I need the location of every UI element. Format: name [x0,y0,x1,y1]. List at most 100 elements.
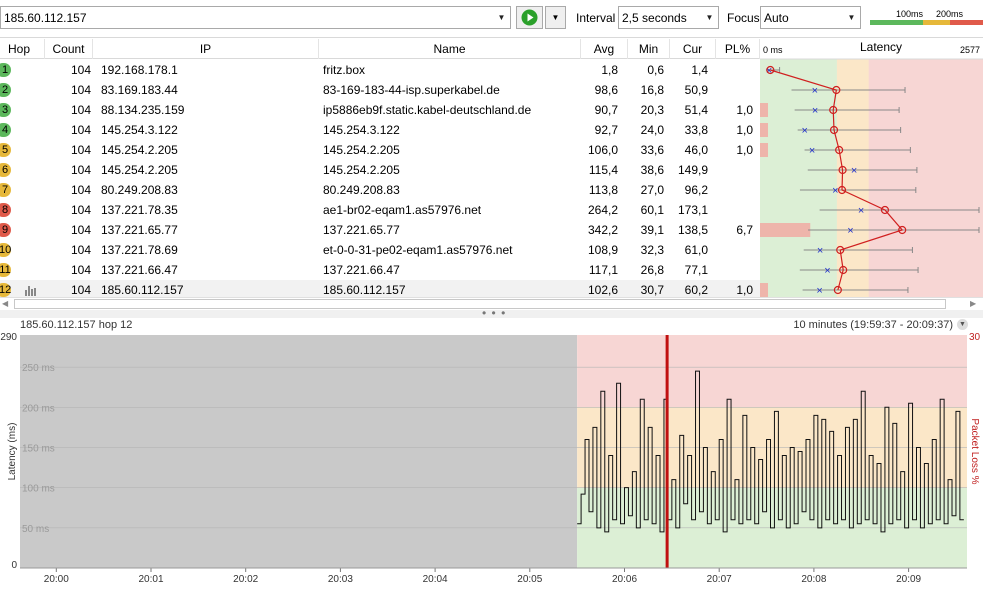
avg-cell: 1,8 [601,63,618,77]
interval-select[interactable]: 2,5 seconds ▼ [618,6,719,29]
x-tick-label: 20:03 [328,574,353,585]
hop-cell: 2 [0,80,45,100]
hop-status-icon: 12 [0,283,11,297]
pl-cell [716,260,753,280]
x-tick-label: 20:02 [233,574,258,585]
toolbar: 185.60.112.157 ▼ ▼ Interval 2,5 seconds … [0,0,983,38]
hop-cell: 10 [0,240,45,260]
min-cell: 38,6 [640,163,664,177]
grid-label: 50 ms [22,524,49,535]
packet-loss-bar [760,103,768,117]
count-cell: 104 [70,183,91,197]
y-axis-zero-label: 0 [11,560,17,571]
cur-latency-marker: × [801,125,807,137]
column-header-min[interactable]: Min [628,39,670,59]
hop-cell: 4 [0,120,45,140]
legend-100-label: 100ms [896,9,924,19]
start-options-button[interactable]: ▼ [545,6,566,29]
legend-good-bar [870,20,923,25]
latency-time-chart: 250 ms 200 ms 150 ms 100 ms 50 ms 290 0 30 Laten… [0,332,981,585]
table-row[interactable]: 1 104 192.168.178.1 fritz.box 1,8 0,6 1,4 [0,60,760,80]
graph-header: 185.60.112.157 hop 12 10 minutes (19:59:… [0,318,983,332]
hop-status-icon: 5 [0,143,11,157]
table-row[interactable]: 11 104 137.221.66.47 137.221.66.47 117,1 26,8… [0,260,760,280]
hop-cell: 7 [0,180,45,200]
table-row[interactable]: 7 104 80.249.208.83 80.249.208.83 113,8 27,0 9… [0,180,760,200]
latency-time-graph: 250 ms 200 ms 150 ms 100 ms 50 ms 290 0 30 Laten… [0,332,983,586]
chevron-down-icon[interactable]: ▼ [493,7,510,28]
hop-status-icon: 9 [0,223,11,237]
min-cell: 60,1 [640,203,664,217]
cur-cell: 46,0 [684,143,708,157]
name-cell: 145.254.2.205 [323,163,400,177]
start-button[interactable] [516,6,543,29]
y-axis-top-label: 290 [0,332,17,343]
target-combobox[interactable]: 185.60.112.157 ▼ [0,6,511,29]
no-data-region [20,335,578,568]
column-header-cur[interactable]: Cur [670,39,716,59]
pl-cell: 1,0 [736,123,753,137]
count-cell: 104 [70,143,91,157]
focus-label: Focus [727,11,760,25]
ip-cell: 83.169.183.44 [101,83,178,97]
target-input[interactable]: 185.60.112.157 [4,11,87,25]
column-header-label: Min [638,42,659,56]
cur-latency-marker: × [858,205,864,217]
avg-cell: 342,2 [587,223,618,237]
interval-label: Interval [576,11,616,25]
table-row[interactable]: 5 104 145.254.2.205 145.254.2.205 106,0 33,6 4… [0,140,760,160]
cur-latency-marker: × [812,85,818,97]
column-header-label: IP [199,42,212,56]
column-header-label: Avg [593,42,615,56]
table-row[interactable]: 9 104 137.221.65.77 137.221.65.77 342,2 39,1 1… [0,220,760,240]
table-row[interactable]: 3 104 88.134.235.159 ip5886eb9f.static.kabe… [0,100,760,120]
column-header-avg[interactable]: Avg [581,39,628,59]
column-header-label: Count [52,42,85,56]
pl-cell [716,180,753,200]
interval-value: 2,5 seconds [622,11,687,25]
hop-status-icon: 4 [0,123,11,137]
cur-latency-marker: × [824,265,830,277]
ip-cell: 137.221.78.35 [101,203,178,217]
ip-cell: 192.168.178.1 [101,63,178,77]
scroll-right-icon[interactable]: ▶ [970,299,976,308]
scroll-left-icon[interactable]: ◀ [2,299,8,308]
min-cell: 24,0 [640,123,664,137]
column-header-pl[interactable]: PL% [716,39,760,59]
column-header-ip[interactable]: IP [93,39,319,59]
scrollbar-thumb[interactable] [14,299,946,309]
latency-column: 0 ms Latency 2577 × × × × × × × × × × × × [760,39,983,297]
column-header-hop[interactable]: Hop [0,39,45,59]
time-range-dropdown-icon[interactable]: ▼ [957,319,968,330]
table-row[interactable]: 2 104 83.169.183.44 83-169-183-44-isp.super… [0,80,760,100]
count-cell: 104 [70,63,91,77]
count-cell: 104 [70,123,91,137]
avg-cell: 264,2 [587,203,618,217]
hop-status-icon: 2 [0,83,11,97]
name-cell: 83-169-183-44-isp.superkabel.de [323,83,500,97]
min-cell: 16,8 [640,83,664,97]
y2-axis-top-label: 30 [969,332,981,343]
cur-latency-marker: × [851,165,857,177]
time-range-label[interactable]: 10 minutes (19:59:37 - 20:09:37) [793,319,953,331]
focus-select[interactable]: Auto ▼ [760,6,861,29]
grid-label: 250 ms [22,363,55,374]
cur-cell: 1,4 [691,63,708,77]
table-row[interactable]: 6 104 145.254.2.205 145.254.2.205 115,4 38,6 1… [0,160,760,180]
ip-cell: 145.254.2.205 [101,163,178,177]
table-row[interactable]: 10 104 137.221.78.69 et-0-0-31-pe02-eqam1.a… [0,240,760,260]
avg-cell: 108,9 [587,243,618,257]
pane-splitter[interactable]: • • • [0,306,983,320]
table-row[interactable]: 8 104 137.221.78.35 ae1-br02-eqam1.as57976.… [0,200,760,220]
table-row[interactable]: 4 104 145.254.3.122 145.254.3.122 92,7 24,0 33… [0,120,760,140]
column-header-label: Cur [682,42,703,56]
column-header-label: PL% [724,42,751,56]
cur-cell: 77,1 [684,263,708,277]
count-cell: 104 [70,263,91,277]
hop-cell: 9 [0,220,45,240]
column-header-count[interactable]: Count [45,39,93,59]
x-tick-label: 20:06 [612,574,637,585]
column-header-name[interactable]: Name [319,39,581,59]
min-cell: 39,1 [640,223,664,237]
x-tick-label: 20:08 [801,574,826,585]
